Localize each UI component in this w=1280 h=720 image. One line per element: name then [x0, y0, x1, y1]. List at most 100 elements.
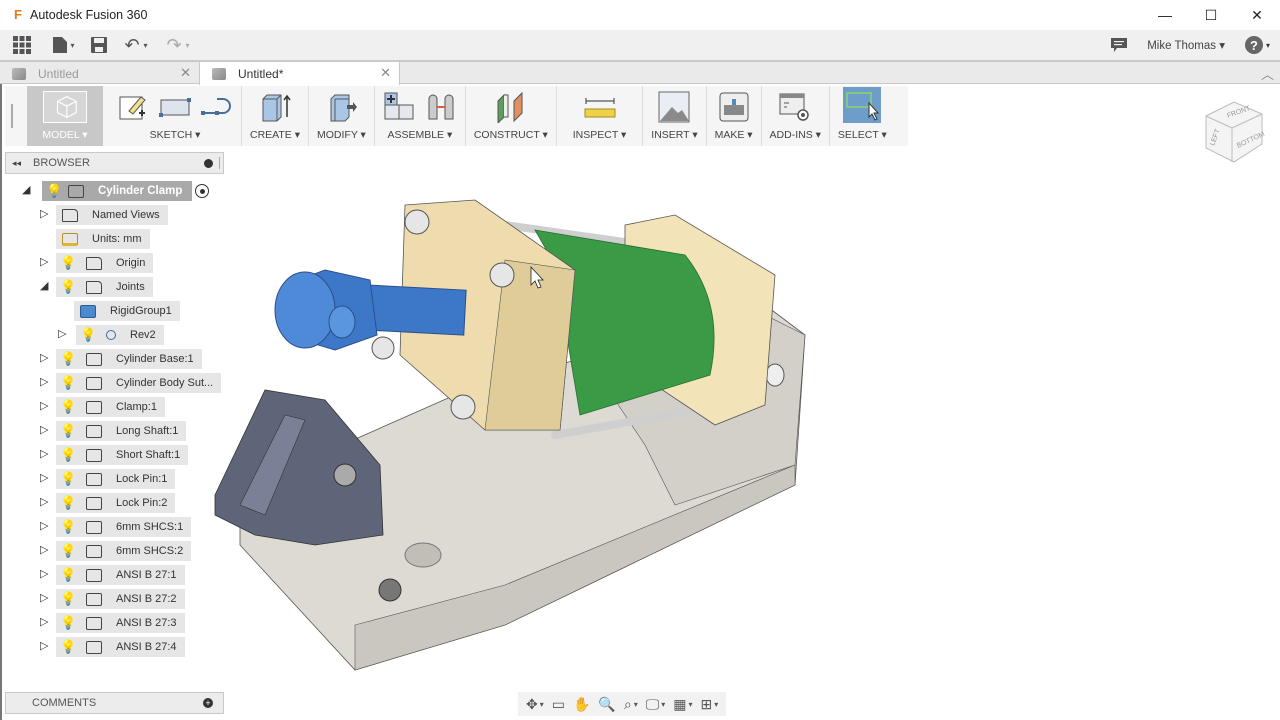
visibility-bulb-icon[interactable]: 💡 [60, 519, 76, 535]
sketch-group[interactable]: SKETCH ▾ [103, 86, 242, 146]
close-tab-icon[interactable]: ✕ [380, 65, 391, 81]
visibility-bulb-icon[interactable]: 💡 [60, 543, 76, 559]
expand-triangle-icon[interactable]: ▷ [40, 567, 52, 580]
expanded-triangle-icon[interactable]: ◢ [22, 183, 34, 196]
tree-item-chip[interactable]: 💡 Lock Pin:2 [56, 493, 176, 513]
fit-button[interactable]: ⌕ ▾ [622, 694, 640, 714]
create-sketch-icon[interactable] [117, 91, 149, 123]
tree-item-chip[interactable]: 💡 Clamp:1 [56, 397, 165, 417]
root-component-chip[interactable]: 💡 Cylinder Clamp [42, 181, 192, 201]
modify-group[interactable]: MODIFY ▾ [309, 86, 375, 146]
expand-triangle-icon[interactable]: ▷ [40, 447, 52, 460]
extrude-icon[interactable] [259, 91, 291, 123]
tree-item-chip[interactable]: 💡 Short Shaft:1 [56, 445, 189, 465]
select-icon[interactable] [843, 87, 882, 123]
make-group[interactable]: MAKE ▾ [707, 86, 762, 146]
file-menu-button[interactable]: ▾ [44, 30, 84, 60]
3d-print-icon[interactable] [718, 91, 750, 123]
construct-group[interactable]: CONSTRUCT ▾ [466, 86, 557, 146]
create-group[interactable]: CREATE ▾ [242, 86, 309, 146]
select-group[interactable]: SELECT ▾ [830, 86, 895, 146]
workspace-switcher[interactable]: MODEL ▾ [27, 86, 103, 146]
collapse-browser-icon[interactable]: ◂◂ [12, 158, 21, 169]
visibility-bulb-icon[interactable]: 💡 [60, 423, 76, 439]
visibility-bulb-icon[interactable]: 💡 [60, 639, 76, 655]
comments-icon[interactable] [1111, 38, 1128, 52]
tree-item-chip[interactable]: 💡 ANSI B 27:3 [56, 613, 185, 633]
maximize-button[interactable]: ☐ [1188, 0, 1234, 30]
tree-item-chip[interactable]: 💡 Cylinder Base:1 [56, 349, 202, 369]
visibility-bulb-icon[interactable]: 💡 [46, 183, 62, 199]
close-tab-icon[interactable]: ✕ [180, 65, 191, 81]
visibility-bulb-icon[interactable]: 💡 [60, 591, 76, 607]
joint-icon[interactable] [425, 91, 457, 123]
expand-triangle-icon[interactable]: ▷ [40, 471, 52, 484]
expand-triangle-icon[interactable]: ▷ [40, 495, 52, 508]
help-button[interactable]: ? ▾ [1244, 36, 1270, 54]
grid-settings-button[interactable]: ▦ ▾ [671, 694, 694, 714]
expand-triangle-icon[interactable]: ▷ [40, 399, 52, 412]
tree-item-chip[interactable]: 💡 ANSI B 27:4 [56, 637, 185, 657]
visibility-bulb-icon[interactable]: 💡 [60, 279, 76, 295]
expand-triangle-icon[interactable]: ▷ [40, 615, 52, 628]
3d-model-viewport[interactable] [205, 185, 825, 680]
add-comment-icon[interactable]: + [203, 698, 213, 708]
rectangle-icon[interactable] [159, 91, 191, 123]
scripts-icon[interactable] [779, 91, 811, 123]
measure-icon[interactable] [584, 91, 616, 123]
expand-triangle-icon[interactable]: ▷ [40, 207, 52, 220]
orbit-button[interactable]: ✥ ▾ [524, 694, 546, 714]
arc-icon[interactable] [201, 91, 233, 123]
redo-button[interactable]: ↷ ▾ [158, 30, 198, 60]
tree-item-chip[interactable]: 💡 ANSI B 27:1 [56, 565, 185, 585]
minimize-browser-icon[interactable] [204, 158, 213, 168]
assemble-group[interactable]: ASSEMBLE ▾ [375, 86, 466, 146]
visibility-bulb-icon[interactable]: 💡 [60, 567, 76, 583]
visibility-bulb-icon[interactable]: 💡 [60, 495, 76, 511]
visibility-bulb-icon[interactable]: 💡 [60, 351, 76, 367]
press-pull-icon[interactable] [325, 91, 358, 123]
visibility-bulb-icon[interactable]: 💡 [60, 615, 76, 631]
expand-triangle-icon[interactable]: ▷ [40, 543, 52, 556]
expanded-triangle-icon[interactable]: ◢ [40, 279, 52, 292]
data-panel-button[interactable] [0, 30, 44, 60]
tree-item-chip[interactable]: RigidGroup1 [74, 301, 180, 321]
tree-item-chip[interactable]: 💡 Lock Pin:1 [56, 469, 176, 489]
chevron-up-icon[interactable]: ︿ [1261, 64, 1274, 83]
undo-button[interactable]: ↶ ▾ [114, 30, 158, 60]
visibility-bulb-icon[interactable]: 💡 [60, 375, 76, 391]
tree-item-chip[interactable]: 💡 Origin [56, 253, 154, 273]
minimize-button[interactable]: — [1142, 0, 1188, 30]
expand-triangle-icon[interactable]: ▷ [40, 375, 52, 388]
visibility-bulb-icon[interactable]: 💡 [80, 327, 96, 343]
close-button[interactable]: ✕ [1234, 0, 1280, 30]
tree-item-chip[interactable]: 💡 Joints [56, 277, 153, 297]
expand-triangle-icon[interactable]: ▷ [40, 351, 52, 364]
toolbar-grip[interactable] [11, 104, 21, 128]
tree-item-chip[interactable]: 💡 6mm SHCS:1 [56, 517, 192, 537]
tree-item-chip[interactable]: 💡 Rev2 [76, 325, 164, 345]
visibility-bulb-icon[interactable]: 💡 [60, 255, 76, 271]
user-menu[interactable]: Mike Thomas ▾ [1147, 38, 1225, 52]
zoom-button[interactable]: 🔍 [596, 694, 617, 714]
look-at-button[interactable]: ▭ [550, 694, 567, 714]
insert-group[interactable]: INSERT ▾ [643, 86, 707, 146]
tree-item-chip[interactable]: 💡 6mm SHCS:2 [56, 541, 192, 561]
viewports-button[interactable]: ⊞ ▾ [698, 694, 720, 714]
tree-item-chip[interactable]: Units: mm [56, 229, 150, 249]
pan-button[interactable]: ✋ [571, 694, 592, 714]
expand-triangle-icon[interactable]: ▷ [40, 591, 52, 604]
visibility-bulb-icon[interactable]: 💡 [60, 447, 76, 463]
add-ins-group[interactable]: ADD-INS ▾ [762, 86, 830, 146]
tab-untitled[interactable]: Untitled ✕ [0, 62, 200, 85]
expand-triangle-icon[interactable]: ▷ [40, 423, 52, 436]
view-cube[interactable]: FRONT LEFT BOTTOM [1198, 96, 1270, 168]
tree-item-chip[interactable]: 💡 Cylinder Body Sut... [56, 373, 222, 393]
insert-image-icon[interactable] [658, 91, 690, 123]
tab-untitled-modified[interactable]: Untitled* ✕ [200, 62, 400, 85]
display-settings-button[interactable]: 🖵 ▾ [644, 694, 668, 714]
visibility-bulb-icon[interactable]: 💡 [60, 471, 76, 487]
offset-plane-icon[interactable] [495, 91, 527, 123]
inspect-group[interactable]: INSPECT ▾ [557, 86, 644, 146]
new-component-icon[interactable] [383, 91, 415, 123]
